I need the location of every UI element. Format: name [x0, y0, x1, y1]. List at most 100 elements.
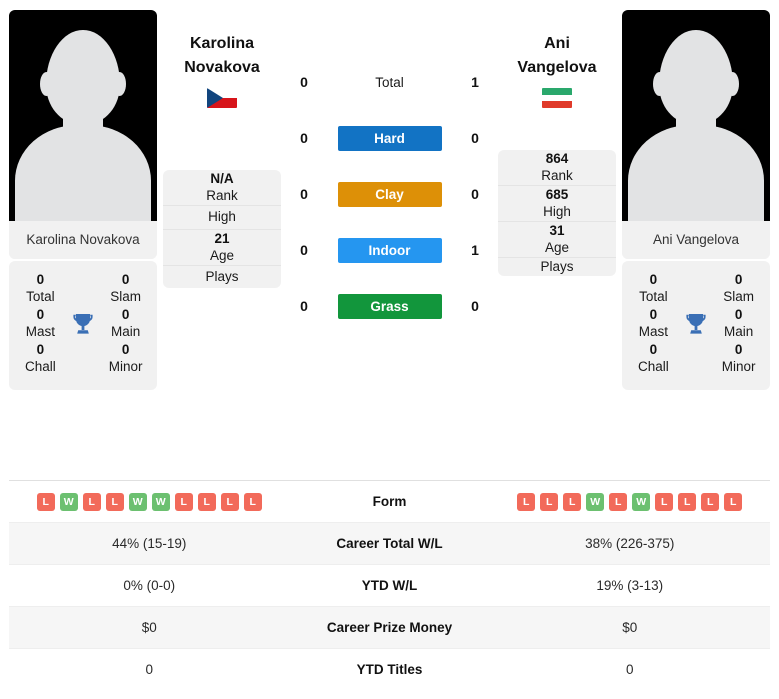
h2h-clay-left-score: 0	[300, 186, 308, 202]
form-badge-win[interactable]: W	[128, 492, 147, 511]
flag-triangle-blue	[207, 88, 223, 108]
right-titles-slam-label: Slam	[723, 289, 755, 304]
h2h-hard-label[interactable]: Hard	[337, 125, 442, 151]
right-player-photo-card[interactable]: Ani Vangelova	[622, 10, 770, 259]
table-row: $0 Career Prize Money $0	[9, 607, 770, 649]
left-titles-minor-label: Minor	[108, 359, 143, 374]
left-titles-challenger-value: 0	[36, 342, 45, 357]
right-titles-row-3: 0 Chall 0 Minor	[624, 341, 768, 376]
form-badge-loss[interactable]: L	[82, 492, 101, 511]
right-player-info-card: 864 Rank 685 High 31 Age Plays	[498, 150, 616, 276]
form-badge-win[interactable]: W	[632, 492, 651, 511]
right-titles-row-2: 0 Mast 0 Main	[624, 306, 768, 341]
right-career-prize-money-value: $0	[622, 620, 638, 635]
form-badge-loss[interactable]: L	[655, 492, 674, 511]
left-titles-masters: 0 Mast	[11, 306, 70, 341]
left-player-photo-card[interactable]: Karolina Novakova	[9, 10, 157, 259]
right-player-titles-card: 0 Total 0 Slam 0 Mast 0 Main 0 Chall 0 M…	[622, 261, 770, 390]
left-titles-total: 0 Total	[11, 271, 70, 306]
right-titles-main: 0 Main	[709, 306, 768, 341]
h2h-row-indoor: 0 Indoor 1	[281, 236, 498, 264]
compare-section: Karolina Novakova 0 Total 0 Slam 0 Mast …	[0, 0, 779, 480]
stat-label-career-prize-money: Career Prize Money	[326, 620, 453, 635]
form-badge-loss[interactable]: L	[220, 492, 239, 511]
right-titles-slam: 0 Slam	[709, 271, 768, 306]
form-badge-loss[interactable]: L	[197, 492, 216, 511]
left-info-age: 21 Age	[163, 230, 281, 266]
right-titles-masters-value: 0	[649, 307, 658, 322]
h2h-total-left-score: 0	[300, 74, 308, 90]
right-titles-total-value: 0	[649, 272, 658, 287]
right-form-cell: LLLWLWLLLL	[490, 492, 771, 511]
czech-republic-flag-icon	[207, 88, 237, 108]
left-info-age-label: Age	[209, 247, 235, 263]
table-row: LWLLWWLLLL Form LLLWLWLLLL	[9, 481, 770, 523]
left-info-plays: Plays	[163, 266, 281, 289]
right-ytd-titles-value: 0	[625, 662, 634, 677]
right-player-name-line1: Ani	[544, 35, 570, 52]
form-badge-win[interactable]: W	[586, 492, 605, 511]
left-titles-total-label: Total	[26, 289, 55, 304]
right-player-name-line2: Vangelova	[517, 59, 597, 76]
left-player-avatar	[9, 10, 157, 221]
right-titles-masters-label: Mast	[638, 324, 668, 339]
table-row: 0 YTD Titles 0	[9, 649, 770, 690]
left-player-photo-caption: Karolina Novakova	[9, 221, 157, 259]
left-info-rank-value: N/A	[210, 171, 234, 186]
form-badge-win[interactable]: W	[59, 492, 78, 511]
left-info-rank: N/A Rank	[163, 170, 281, 206]
flag-band-red	[542, 101, 572, 108]
form-badge-loss[interactable]: L	[105, 492, 124, 511]
right-info-plays-label: Plays	[540, 259, 574, 274]
flag-band-white	[542, 94, 572, 102]
right-info-rank: 864 Rank	[498, 150, 616, 186]
left-player-titles-card: 0 Total 0 Slam 0 Mast 0 Main 0 Chall 0 M…	[9, 261, 157, 390]
h2h-clay-label[interactable]: Clay	[337, 181, 442, 207]
form-badge-loss[interactable]: L	[609, 492, 628, 511]
form-badge-win[interactable]: W	[151, 492, 170, 511]
h2h-row-total: 0 Total 1	[281, 68, 498, 96]
h2h-row-clay: 0 Clay 0	[281, 180, 498, 208]
left-titles-challenger-label: Chall	[24, 359, 56, 374]
left-titles-row-3: 0 Chall 0 Minor	[11, 341, 155, 376]
left-form-cell: LWLLWWLLLL	[9, 492, 290, 511]
stat-label-form: Form	[372, 494, 407, 509]
left-titles-masters-value: 0	[36, 307, 45, 322]
right-form-badges: LLLWLWLLLL	[517, 492, 743, 511]
form-badge-loss[interactable]: L	[517, 492, 536, 511]
right-player-photo-caption: Ani Vangelova	[622, 221, 770, 259]
right-titles-challenger-value: 0	[649, 342, 658, 357]
h2h-indoor-label[interactable]: Indoor	[337, 237, 442, 263]
stats-comparison-table: LWLLWWLLLL Form LLLWLWLLLL 44% (15-19) C…	[9, 480, 770, 690]
h2h-row-hard: 0 Hard 0	[281, 124, 498, 152]
head-to-head-comparison: Karolina Novakova 0 Total 0 Slam 0 Mast …	[0, 0, 779, 699]
form-badge-loss[interactable]: L	[701, 492, 720, 511]
left-titles-main-label: Main	[111, 324, 141, 339]
right-career-total-wl-value: 38% (226-375)	[585, 536, 675, 551]
form-badge-loss[interactable]: L	[174, 492, 193, 511]
form-badge-loss[interactable]: L	[36, 492, 55, 511]
avatar-ear-left-shape	[653, 72, 666, 96]
trophy-icon	[70, 312, 97, 336]
h2h-row-grass: 0 Grass 0	[281, 292, 498, 320]
right-titles-minor-value: 0	[734, 342, 743, 357]
form-badge-loss[interactable]: L	[540, 492, 559, 511]
left-info-high: High	[163, 206, 281, 230]
form-badge-loss[interactable]: L	[563, 492, 582, 511]
right-titles-masters: 0 Mast	[624, 306, 683, 341]
left-titles-challenger: 0 Chall	[11, 341, 70, 376]
form-badge-loss[interactable]: L	[678, 492, 697, 511]
form-badge-loss[interactable]: L	[724, 492, 743, 511]
left-player-detail-column: Karolina Novakova N/A Rank High 21 Age P…	[157, 10, 281, 288]
form-badge-loss[interactable]: L	[243, 492, 262, 511]
avatar-ear-right-shape	[726, 72, 739, 96]
left-titles-minor: 0 Minor	[96, 341, 155, 376]
h2h-total-label: Total	[375, 74, 404, 90]
left-titles-row-2: 0 Mast 0 Main	[11, 306, 155, 341]
right-info-age: 31 Age	[498, 222, 616, 258]
h2h-grass-label[interactable]: Grass	[337, 293, 442, 319]
right-info-high: 685 High	[498, 186, 616, 222]
left-player-name-block: Karolina Novakova	[163, 10, 281, 128]
table-row: 44% (15-19) Career Total W/L 38% (226-37…	[9, 523, 770, 565]
left-player-name-line2: Novakova	[184, 59, 260, 76]
